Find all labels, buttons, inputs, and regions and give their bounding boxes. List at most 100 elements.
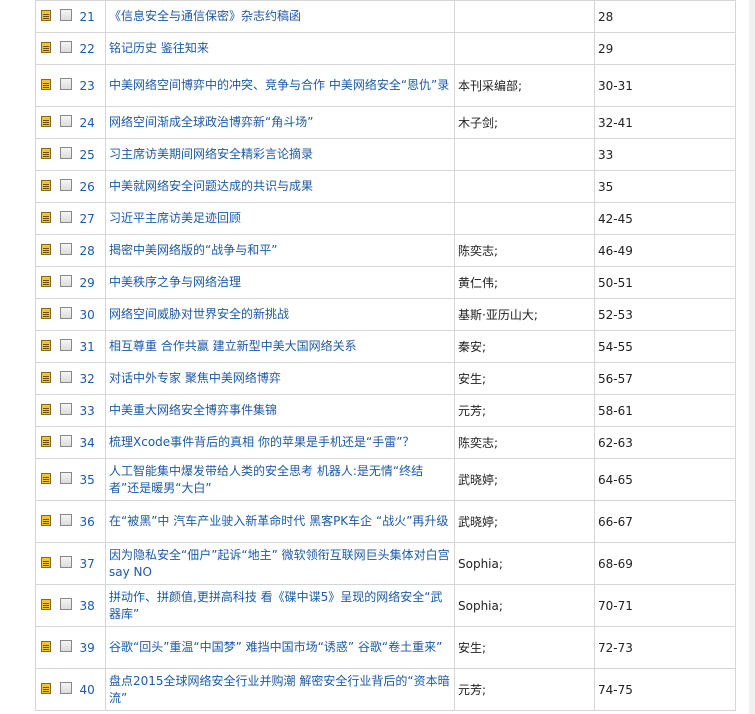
- document-icon[interactable]: [40, 640, 51, 652]
- title-cell: 铭记历史 鉴往知来: [105, 32, 455, 65]
- select-cell: [55, 458, 76, 501]
- pages-cell: 54-55: [594, 330, 736, 363]
- select-cell: [55, 170, 76, 203]
- row-checkbox[interactable]: [59, 78, 72, 90]
- article-title-link[interactable]: 习近平主席访美足迹回顾: [109, 211, 241, 225]
- document-icon[interactable]: [40, 514, 51, 526]
- row-checkbox[interactable]: [59, 147, 72, 159]
- document-icon[interactable]: [40, 556, 51, 568]
- article-title-link[interactable]: 网络空间渐成全球政治博弈新“角斗场”: [109, 115, 313, 129]
- article-title-link[interactable]: 盘点2015全球网络安全行业并购潮 解密安全行业背后的“资本暗流”: [109, 674, 450, 705]
- scrollbar[interactable]: [749, 0, 755, 714]
- document-icon[interactable]: [40, 403, 51, 415]
- article-title-link[interactable]: 习主席访美期间网络安全精彩言论摘录: [109, 147, 313, 161]
- table-row: 37 因为隐私安全“佃户”起诉“地主” 微软领衔互联网巨头集体对白宫say NO S…: [35, 542, 736, 585]
- pages-cell: 28: [594, 0, 736, 33]
- select-cell: [55, 500, 76, 543]
- row-number: 31: [75, 330, 106, 363]
- document-icon-cell: [35, 266, 56, 299]
- article-list: 21 《信息安全与通信保密》杂志约稿函 28 22 铭记历史 鉴往知来 29 23 中美网络空…: [35, 0, 736, 711]
- document-icon[interactable]: [40, 179, 51, 191]
- document-icon-cell: [35, 202, 56, 235]
- pages-cell: 50-51: [594, 266, 736, 299]
- article-title-link[interactable]: 因为隐私安全“佃户”起诉“地主” 微软领衔互联网巨头集体对白宫say NO: [109, 548, 450, 579]
- row-checkbox[interactable]: [59, 115, 72, 127]
- article-title-link[interactable]: 人工智能集中爆发带给人类的安全思考 机器人:是无情“终结者”还是暖男“大白”: [109, 464, 423, 495]
- document-icon[interactable]: [40, 339, 51, 351]
- document-icon[interactable]: [40, 598, 51, 610]
- article-title-link[interactable]: 中美秩序之争与网络治理: [109, 275, 241, 289]
- row-checkbox[interactable]: [59, 41, 72, 53]
- article-title-link[interactable]: 《信息安全与通信保密》杂志约稿函: [109, 9, 301, 23]
- table-row: 34 梳理Xcode事件背后的真相 你的苹果是手机还是“手雷”？ 陈奕志; 62-63: [35, 426, 736, 459]
- row-checkbox[interactable]: [59, 243, 72, 255]
- document-icon[interactable]: [40, 275, 51, 287]
- select-cell: [55, 584, 76, 627]
- table-row: 40 盘点2015全球网络安全行业并购潮 解密安全行业背后的“资本暗流” 元芳; 74…: [35, 668, 736, 711]
- article-title-link[interactable]: 中美就网络安全问题达成的共识与成果: [109, 179, 313, 193]
- row-checkbox[interactable]: [59, 472, 72, 484]
- pages-cell: 42-45: [594, 202, 736, 235]
- select-cell: [55, 0, 76, 33]
- document-icon[interactable]: [40, 147, 51, 159]
- article-title-link[interactable]: 梳理Xcode事件背后的真相 你的苹果是手机还是“手雷”？: [109, 435, 414, 449]
- table-row: 38 拼动作、拼颜值,更拼高科技 看《碟中谍5》呈现的网络安全“武器库” Sophi…: [35, 584, 736, 627]
- document-icon[interactable]: [40, 211, 51, 223]
- article-title-link[interactable]: 中美网络空间博弈中的冲突、竞争与合作 中美网络安全“恩仇”录: [109, 78, 449, 92]
- row-checkbox[interactable]: [59, 307, 72, 319]
- row-checkbox[interactable]: [59, 682, 72, 694]
- title-cell: 中美秩序之争与网络治理: [105, 266, 455, 299]
- row-checkbox[interactable]: [59, 275, 72, 287]
- title-cell: 因为隐私安全“佃户”起诉“地主” 微软领衔互联网巨头集体对白宫say NO: [105, 542, 455, 585]
- row-checkbox[interactable]: [59, 556, 72, 568]
- pages-cell: 56-57: [594, 362, 736, 395]
- row-checkbox[interactable]: [59, 640, 72, 652]
- article-title-link[interactable]: 铭记历史 鉴往知来: [109, 41, 209, 55]
- title-cell: 梳理Xcode事件背后的真相 你的苹果是手机还是“手雷”？: [105, 426, 455, 459]
- document-icon[interactable]: [40, 78, 51, 90]
- document-icon-cell: [35, 330, 56, 363]
- article-title-link[interactable]: 谷歌“回头”重温“中国梦” 难挡中国市场“诱惑” 谷歌“卷土重来”: [109, 640, 442, 654]
- row-number: 38: [75, 584, 106, 627]
- article-title-link[interactable]: 相互尊重 合作共赢 建立新型中美大国网络关系: [109, 339, 357, 353]
- document-icon-cell: [35, 394, 56, 427]
- document-icon-cell: [35, 32, 56, 65]
- author-cell: 元芳;: [454, 394, 595, 427]
- title-cell: 习近平主席访美足迹回顾: [105, 202, 455, 235]
- row-checkbox[interactable]: [59, 211, 72, 223]
- row-number: 23: [75, 64, 106, 107]
- table-row: 31 相互尊重 合作共赢 建立新型中美大国网络关系 秦安; 54-55: [35, 330, 736, 363]
- document-icon[interactable]: [40, 243, 51, 255]
- row-checkbox[interactable]: [59, 435, 72, 447]
- row-checkbox[interactable]: [59, 403, 72, 415]
- table-row: 21 《信息安全与通信保密》杂志约稿函 28: [35, 0, 736, 33]
- document-icon[interactable]: [40, 115, 51, 127]
- article-title-link[interactable]: 在“被黑”中 汽车产业驶入新革命时代 黑客PK车企 “战火”再升级: [109, 514, 448, 528]
- row-checkbox[interactable]: [59, 514, 72, 526]
- select-cell: [55, 362, 76, 395]
- row-checkbox[interactable]: [59, 179, 72, 191]
- table-row: 26 中美就网络安全问题达成的共识与成果 35: [35, 170, 736, 203]
- row-checkbox[interactable]: [59, 598, 72, 610]
- document-icon[interactable]: [40, 41, 51, 53]
- author-cell: [454, 0, 595, 33]
- article-title-link[interactable]: 对话中外专家 聚焦中美网络博弈: [109, 371, 281, 385]
- row-checkbox[interactable]: [59, 9, 72, 21]
- document-icon[interactable]: [40, 307, 51, 319]
- row-number: 22: [75, 32, 106, 65]
- document-icon[interactable]: [40, 9, 51, 21]
- article-title-link[interactable]: 中美重大网络安全博弈事件集锦: [109, 403, 277, 417]
- document-icon-cell: [35, 298, 56, 331]
- document-icon[interactable]: [40, 371, 51, 383]
- article-title-link[interactable]: 揭密中美网络版的“战争与和平”: [109, 243, 277, 257]
- document-icon[interactable]: [40, 682, 51, 694]
- article-title-link[interactable]: 网络空间威胁对世界安全的新挑战: [109, 307, 289, 321]
- row-checkbox[interactable]: [59, 371, 72, 383]
- author-cell: 陈奕志;: [454, 426, 595, 459]
- article-title-link[interactable]: 拼动作、拼颜值,更拼高科技 看《碟中谍5》呈现的网络安全“武器库”: [109, 590, 442, 621]
- select-cell: [55, 626, 76, 669]
- pages-cell: 64-65: [594, 458, 736, 501]
- document-icon[interactable]: [40, 472, 51, 484]
- row-checkbox[interactable]: [59, 339, 72, 351]
- document-icon[interactable]: [40, 435, 51, 447]
